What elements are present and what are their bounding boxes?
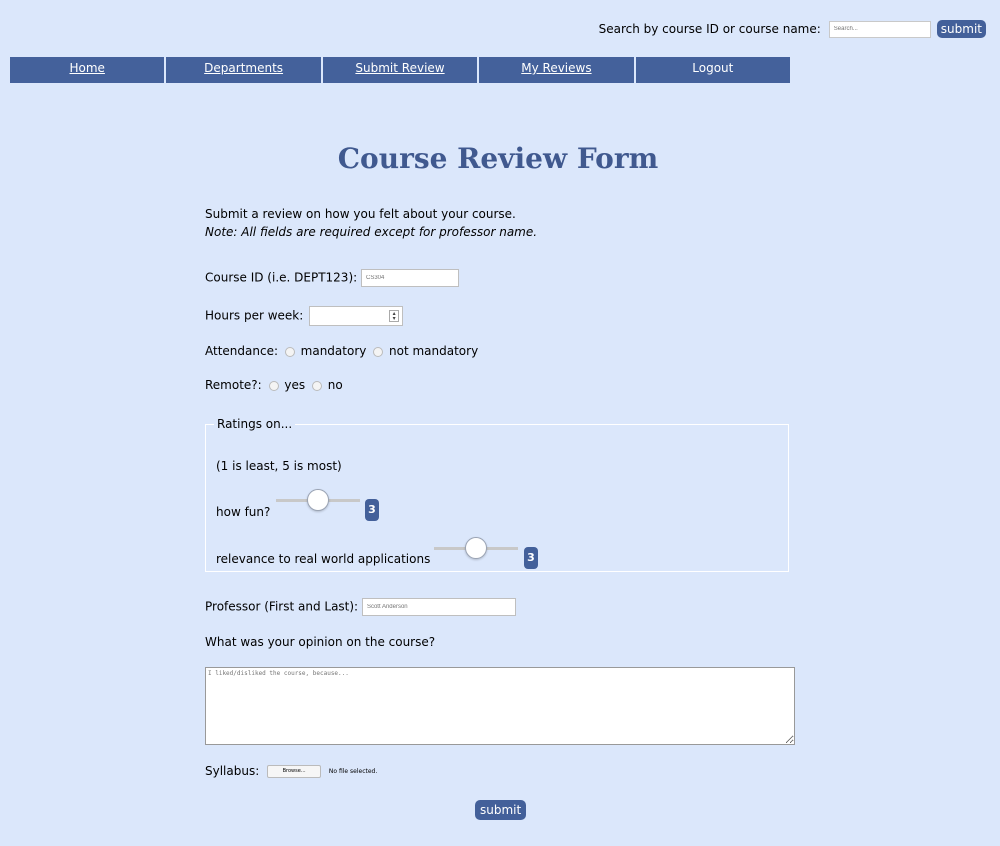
spinner-icon[interactable]: ▴ ▾ [389, 310, 400, 322]
professor-row: Professor (First and Last): [205, 598, 516, 616]
nav-home[interactable]: Home [10, 57, 167, 83]
search-label: Search by course ID or course name: [598, 22, 821, 36]
nav-logout[interactable]: Logout [636, 57, 790, 83]
attendance-label: Attendance: [205, 344, 278, 358]
hours-input[interactable]: ▴ ▾ [309, 306, 404, 326]
slider-thumb[interactable] [465, 537, 487, 559]
relevance-value-badge: 3 [524, 547, 538, 569]
attendance-mandatory-label: mandatory [300, 344, 367, 358]
opinion-label: What was your opinion on the course? [205, 635, 436, 649]
nav-my-reviews[interactable]: My Reviews [479, 57, 636, 83]
intro-text: Submit a review on how you felt about yo… [205, 207, 516, 221]
search-submit-button[interactable]: submit [936, 20, 986, 38]
fun-label: how fun? [216, 505, 271, 519]
course-id-label: Course ID (i.e. DEPT123): [205, 270, 358, 285]
attendance-not-mandatory-radio[interactable] [373, 346, 384, 357]
hours-label: Hours per week: [205, 308, 304, 323]
remote-label: Remote?: [205, 378, 262, 392]
slider-thumb[interactable] [307, 489, 329, 511]
nav-departments[interactable]: Departments [166, 57, 323, 83]
syllabus-label: Syllabus: [205, 764, 260, 778]
syllabus-row: Syllabus: Browse... No file selected. [205, 764, 377, 778]
attendance-mandatory-radio[interactable] [284, 346, 295, 357]
form-submit-button[interactable]: submit [475, 800, 527, 820]
course-id-row: Course ID (i.e. DEPT123): [205, 269, 459, 287]
remote-row: Remote?: yes no [205, 378, 343, 392]
course-id-input[interactable] [361, 269, 459, 287]
relevance-slider[interactable] [434, 537, 518, 559]
fun-slider[interactable] [276, 489, 360, 511]
attendance-not-mandatory-label: not mandatory [389, 344, 479, 358]
file-status: No file selected. [328, 768, 378, 775]
main-nav: Home Departments Submit Review My Review… [10, 57, 790, 83]
remote-no-label: no [327, 378, 343, 392]
ratings-legend: Ratings on... [217, 417, 293, 431]
remote-yes-radio[interactable] [268, 380, 279, 391]
opinion-textarea[interactable] [205, 667, 795, 745]
ratings-fieldset: Ratings on... (1 is least, 5 is most) ho… [205, 417, 789, 572]
attendance-row: Attendance: mandatory not mandatory [205, 344, 478, 358]
remote-no-radio[interactable] [311, 380, 322, 391]
remote-yes-label: yes [284, 378, 306, 392]
fun-value-badge: 3 [365, 499, 379, 521]
intro-note: Note: All fields are required except for… [205, 225, 538, 239]
page-title: Course Review Form [337, 142, 659, 175]
page: Search by course ID or course name: subm… [0, 0, 1000, 846]
ratings-scale-note: (1 is least, 5 is most) [216, 459, 342, 473]
nav-submit-review[interactable]: Submit Review [323, 57, 480, 83]
search-input[interactable] [828, 20, 931, 38]
browse-button[interactable]: Browse... [267, 765, 322, 778]
professor-label: Professor (First and Last): [205, 599, 359, 614]
relevance-label: relevance to real world applications [216, 552, 431, 566]
search-bar: Search by course ID or course name: subm… [599, 20, 986, 38]
professor-input[interactable] [361, 598, 516, 616]
form-intro: Submit a review on how you felt about yo… [205, 205, 537, 241]
hours-row: Hours per week: ▴ ▾ [205, 306, 404, 326]
